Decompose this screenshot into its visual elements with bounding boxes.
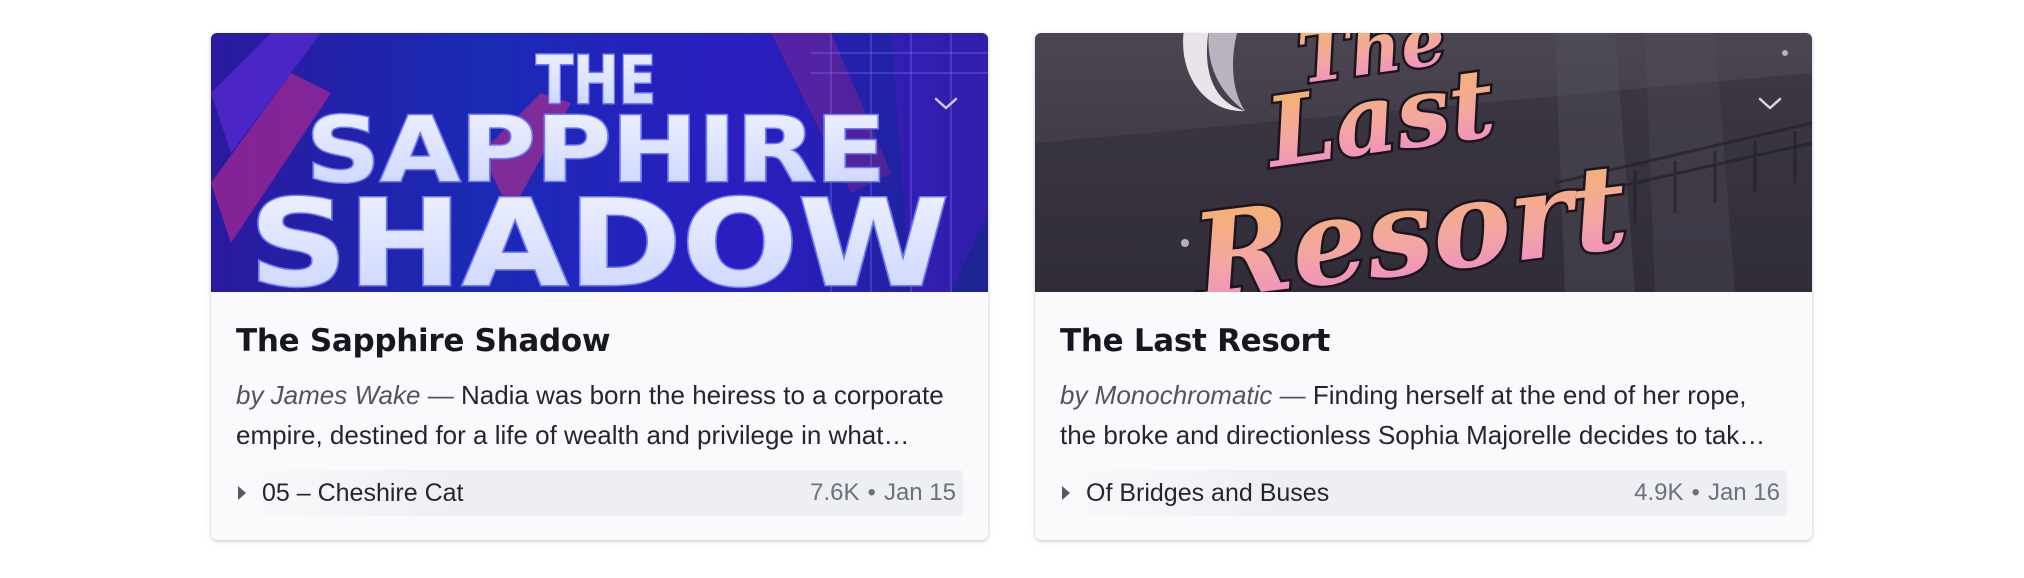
play-count: 7.6K [810, 479, 860, 506]
episode-date: Jan 15 [883, 479, 956, 506]
cover-art-sapphire-shadow: THE SAPPHIRE SHADOW [211, 33, 988, 292]
episode-date: Jan 16 [1707, 479, 1780, 506]
play-triangle-icon [1060, 480, 1086, 506]
story-title[interactable]: The Last Resort [1060, 320, 1787, 362]
cover-image[interactable]: THE SAPPHIRE SHADOW [211, 33, 988, 292]
story-description: by Monochromatic — Finding herself at th… [1060, 375, 1787, 455]
chevron-down-icon[interactable] [1756, 93, 1784, 115]
episode-title: 05 – Cheshire Cat [262, 478, 464, 507]
author-name[interactable]: by Monochromatic [1060, 380, 1272, 410]
story-card[interactable]: The Last Resort The Last Resort by Monoc… [1035, 33, 1812, 540]
cover-image[interactable]: The Last Resort [1035, 33, 1812, 292]
latest-episode-row[interactable]: Of Bridges and Buses 4.9K • Jan 16 [1060, 470, 1787, 516]
episode-meta: 7.6K • Jan 15 [810, 479, 956, 507]
episode-title: Of Bridges and Buses [1086, 478, 1330, 507]
story-title[interactable]: The Sapphire Shadow [236, 320, 963, 362]
latest-episode-row[interactable]: 05 – Cheshire Cat 7.6K • Jan 15 [236, 470, 963, 516]
story-description: by James Wake — Nadia was born the heire… [236, 375, 963, 455]
story-card[interactable]: THE SAPPHIRE SHADOW The Sapphire Shadow … [211, 33, 988, 540]
separator: — [1279, 380, 1306, 410]
meta-dot: • [1691, 479, 1700, 506]
separator: — [427, 380, 454, 410]
author-name[interactable]: by James Wake [236, 380, 420, 410]
play-triangle-icon [236, 480, 262, 506]
cover-text-line-3: SHADOW [249, 175, 949, 292]
meta-dot: • [867, 479, 876, 506]
chevron-down-icon[interactable] [932, 93, 960, 115]
episode-meta: 4.9K • Jan 16 [1634, 479, 1780, 507]
play-count: 4.9K [1634, 479, 1684, 506]
cover-art-last-resort: The Last Resort [1035, 33, 1812, 292]
